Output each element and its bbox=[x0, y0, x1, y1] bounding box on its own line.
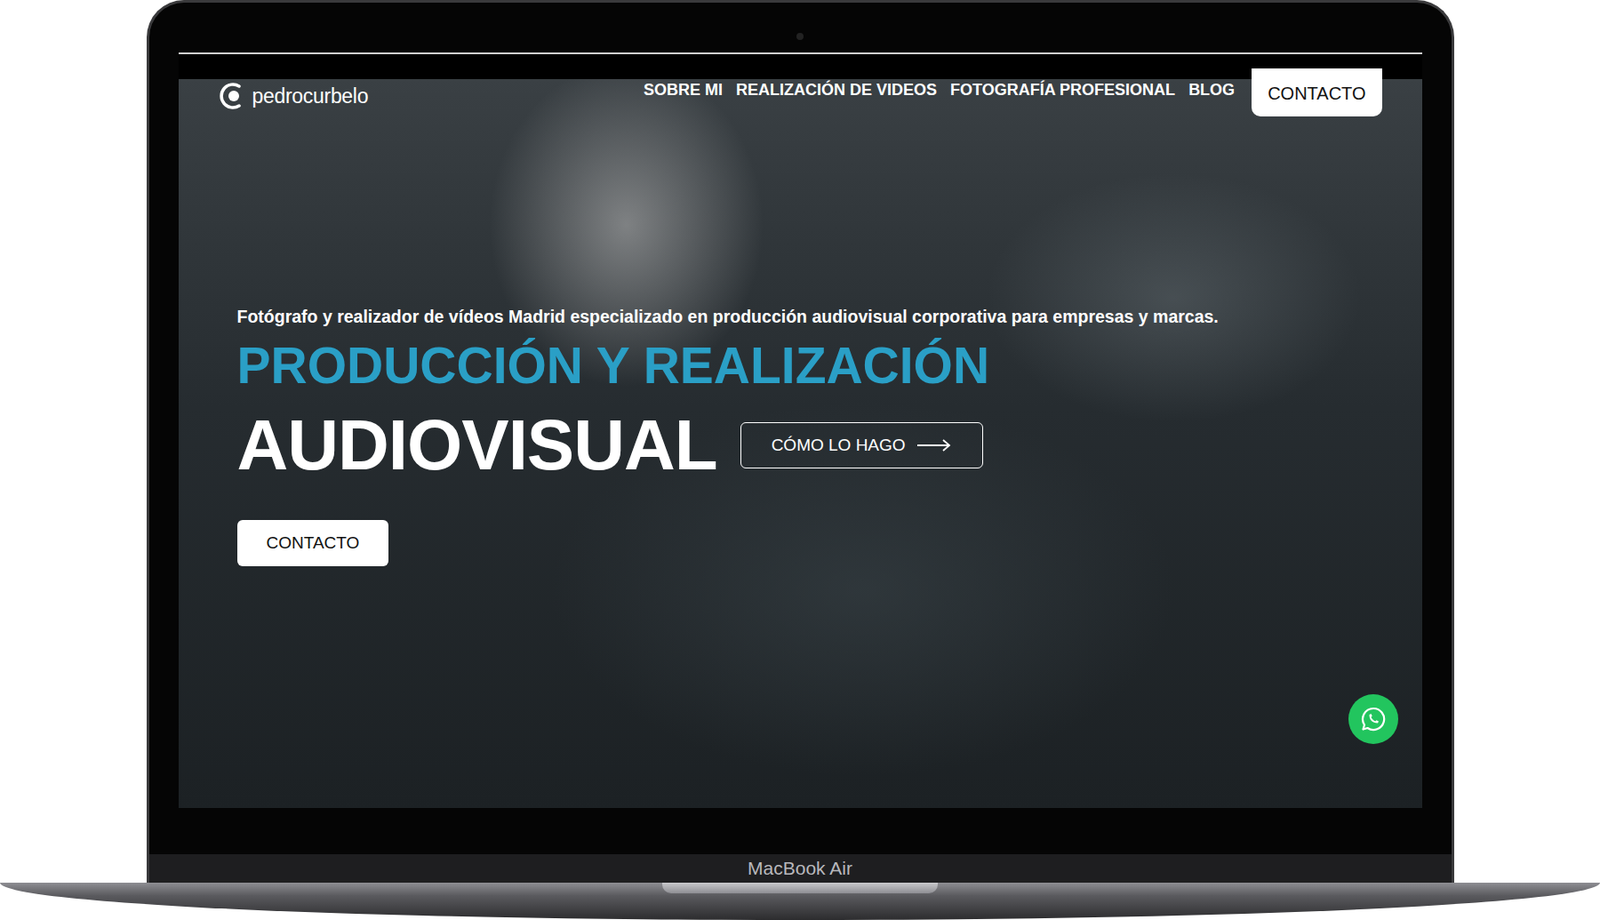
laptop-base bbox=[0, 882, 1600, 920]
laptop-notch bbox=[662, 882, 938, 894]
how-i-do-it-label: CÓMO LO HAGO bbox=[771, 435, 906, 456]
laptop-label: MacBook Air bbox=[747, 857, 853, 880]
laptop-chin bbox=[178, 808, 1423, 855]
site-content: pedrocurbelo SOBRE MI REALIZACIÓN DE VIDEO… bbox=[178, 77, 1423, 567]
hero: Fotógrafo y realizador de vídeos Madrid … bbox=[178, 116, 1423, 567]
site-logo[interactable]: pedrocurbelo bbox=[216, 80, 369, 112]
how-i-do-it-button[interactable]: CÓMO LO HAGO bbox=[740, 422, 984, 469]
hero-headline-bottom: AUDIOVISUAL bbox=[237, 408, 718, 483]
whatsapp-button[interactable] bbox=[1348, 694, 1399, 744]
laptop-label-strip: MacBook Air bbox=[149, 854, 1452, 883]
logo-text: pedrocurbelo bbox=[252, 84, 369, 109]
nav-link[interactable]: FOTOGRAFÍA PROFESIONAL bbox=[950, 80, 1176, 100]
hero-headline-row: AUDIOVISUAL CÓMO LO HAGO bbox=[237, 408, 984, 483]
whatsapp-icon bbox=[1360, 705, 1387, 733]
nav-contact-button[interactable]: CONTACTO bbox=[1251, 68, 1382, 117]
camera-dot bbox=[796, 32, 804, 40]
page: pedrocurbelo SOBRE MI REALIZACIÓN DE VIDEO… bbox=[0, 0, 1600, 920]
site-nav: pedrocurbelo SOBRE MI REALIZACIÓN DE VIDEO… bbox=[178, 68, 1423, 117]
hero-headline-top: PRODUCCIÓN Y REALIZACIÓN bbox=[237, 338, 991, 392]
nav-link[interactable]: REALIZACIÓN DE VIDEOS bbox=[736, 80, 937, 100]
arrow-right-icon bbox=[916, 438, 952, 453]
hero-contact-button[interactable]: CONTACTO bbox=[237, 520, 390, 567]
nav-link[interactable]: SOBRE MI bbox=[643, 80, 723, 100]
website-screen: pedrocurbelo SOBRE MI REALIZACIÓN DE VIDEO… bbox=[178, 52, 1423, 808]
nav-link[interactable]: BLOG bbox=[1188, 80, 1235, 100]
hero-subtitle: Fotógrafo y realizador de vídeos Madrid … bbox=[237, 304, 1219, 328]
logo-icon bbox=[216, 80, 248, 112]
laptop-lid: pedrocurbelo SOBRE MI REALIZACIÓN DE VIDEO… bbox=[146, 0, 1455, 883]
nav-links: SOBRE MI REALIZACIÓN DE VIDEOS FOTOGRAFÍA … bbox=[643, 68, 1382, 117]
